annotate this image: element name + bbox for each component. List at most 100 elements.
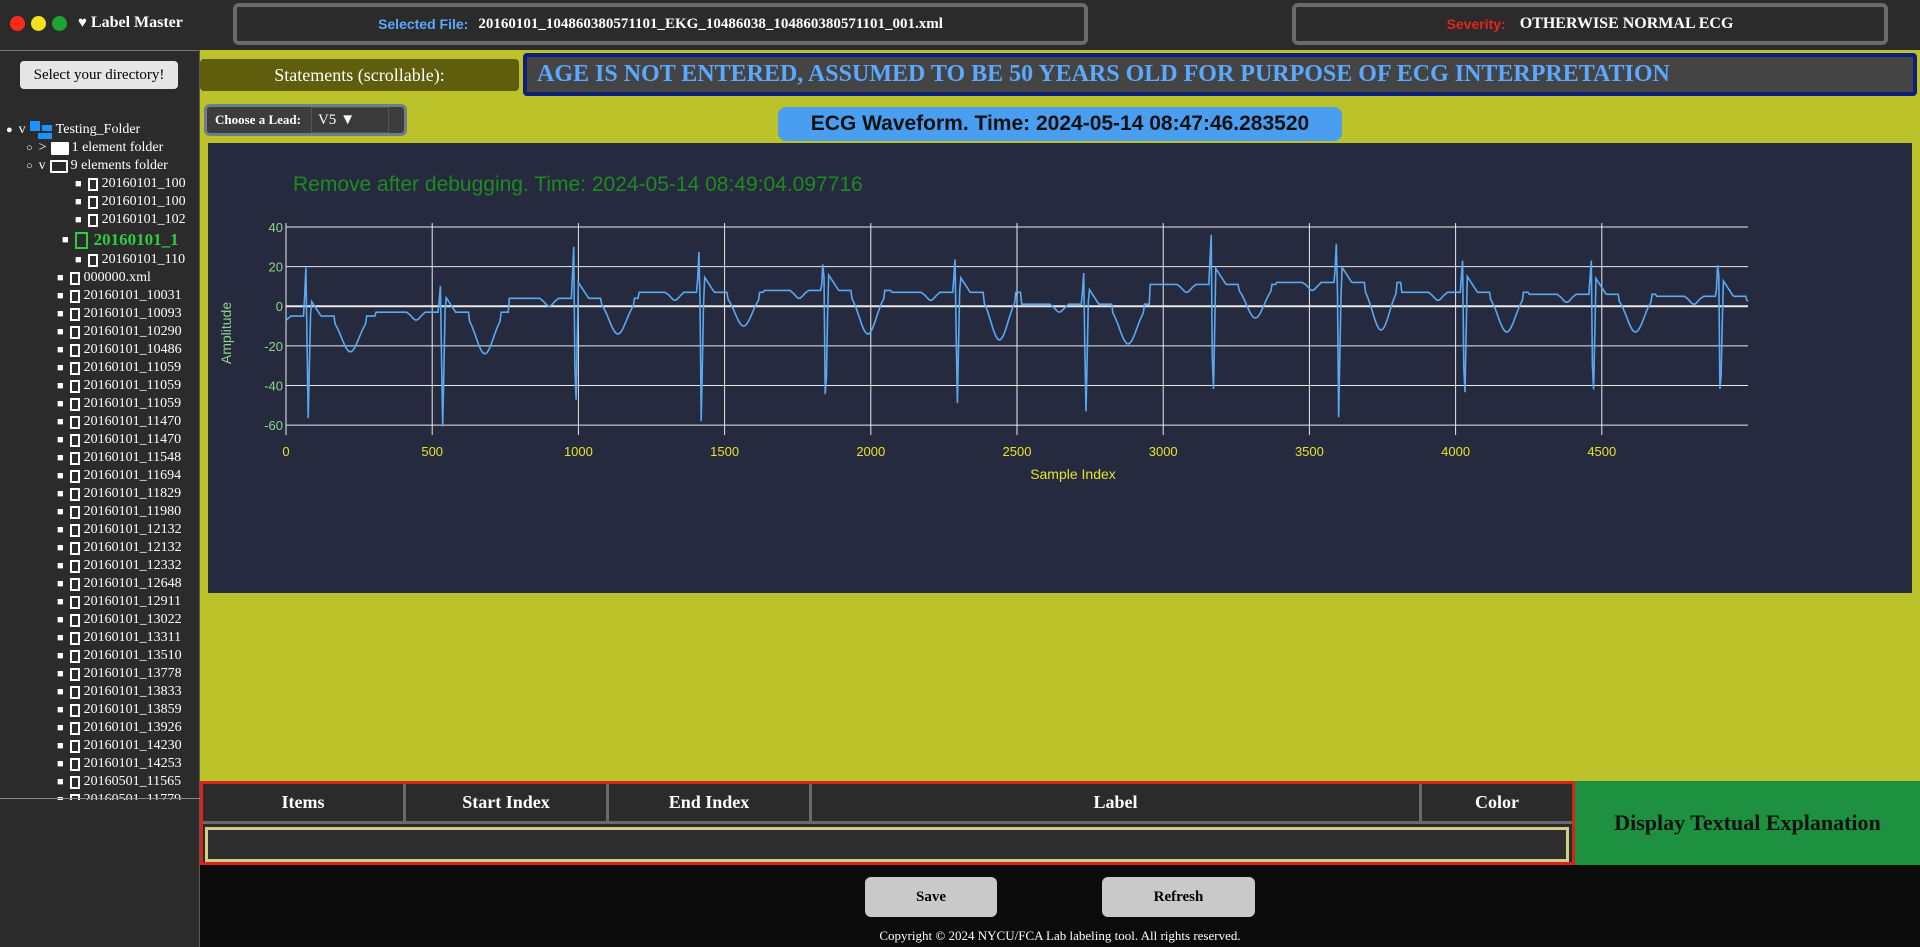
tree-file[interactable]: ■ 20160101_10093 — [57, 305, 182, 323]
file-icon — [69, 721, 80, 735]
close-window-button[interactable] — [10, 16, 25, 31]
file-icon — [69, 415, 80, 429]
select-directory-button[interactable]: Select your directory! — [20, 61, 178, 89]
tree-file[interactable]: ■ 20160101_100 — [75, 175, 186, 193]
table-empty-row[interactable] — [205, 827, 1569, 862]
tree-file[interactable]: ■ 20160101_11059 — [57, 377, 181, 395]
tree-file[interactable]: ■ 20160101_13022 — [57, 611, 182, 629]
column-header-end-index: End Index — [609, 784, 812, 824]
app-root: ♥ Label Master Selected File: 20160101_1… — [0, 0, 1920, 947]
main-panel: Statements (scrollable): AGE IS NOT ENTE… — [200, 50, 1920, 781]
file-icon — [69, 379, 80, 393]
y-tick-label: -20 — [264, 339, 283, 354]
minimize-window-button[interactable] — [31, 16, 46, 31]
tree-file[interactable]: ■ 20160101_12911 — [57, 593, 181, 611]
tree-file[interactable]: ■ 20160101_11980 — [57, 503, 181, 521]
tree-file[interactable]: ■ 20160101_102 — [75, 211, 186, 229]
file-icon — [69, 793, 80, 800]
folder-label: 9 elements folder — [70, 158, 168, 173]
x-tick-label: 0 — [282, 444, 289, 459]
tree-file[interactable]: ■ 20160101_12332 — [57, 557, 182, 575]
file-icon — [69, 505, 80, 519]
tree-file[interactable]: ■ 20160101_10290 — [57, 323, 182, 341]
tree-file[interactable]: ■ 20160101_14230 — [57, 737, 182, 755]
file-icon — [87, 177, 98, 191]
file-tree[interactable]: ● v Testing_Folder ○ > 1 element folder … — [0, 116, 200, 800]
tree-file[interactable]: ■ 20160101_11470 — [57, 431, 181, 449]
tree-toggle[interactable]: v — [19, 121, 26, 139]
file-icon — [69, 541, 80, 555]
x-tick-label: 4500 — [1587, 444, 1616, 459]
tree-file[interactable]: ■ 20160101_13311 — [57, 629, 181, 647]
square-bullet-icon: ■ — [57, 704, 64, 716]
x-axis-label: Sample Index — [1030, 466, 1116, 482]
tree-file[interactable]: ■ 20160101_13778 — [57, 665, 182, 683]
tree-file[interactable]: ■ 20160101_11829 — [57, 485, 181, 503]
tree-toggle[interactable]: > — [39, 139, 47, 157]
debug-text: Remove after debugging. Time: 2024-05-14… — [293, 173, 863, 196]
refresh-button[interactable]: Refresh — [1102, 877, 1255, 917]
square-bullet-icon: ■ — [57, 434, 64, 446]
tree-file[interactable]: ■ 20160101_100 — [75, 193, 186, 211]
tree-file[interactable]: ■ 20160101_10486 — [57, 341, 182, 359]
file-label: 20160101_11829 — [83, 486, 182, 501]
display-explanation-button[interactable]: Display Textual Explanation — [1575, 781, 1920, 865]
file-label: 20160101_13510 — [83, 648, 182, 663]
tree-file[interactable]: ■ 20160101_110 — [75, 251, 185, 269]
file-icon — [69, 595, 80, 609]
square-bullet-icon: ■ — [57, 560, 64, 572]
file-label: 20160101_12332 — [83, 558, 182, 573]
x-tick-label: 500 — [421, 444, 443, 459]
maximize-window-button[interactable] — [52, 16, 67, 31]
file-label: 20160101_13859 — [83, 702, 182, 717]
x-tick-label: 1000 — [564, 444, 593, 459]
tree-file[interactable]: ■ 20160101_11694 — [57, 467, 181, 485]
tree-file[interactable]: ■ 20160101_13833 — [57, 683, 182, 701]
tree-file[interactable]: ■ 20160101_13926 — [57, 719, 182, 737]
tree-root[interactable]: ● v Testing_Folder — [6, 121, 140, 139]
tree-file[interactable]: ■ 20160101_11548 — [57, 449, 181, 467]
tree-folder-1[interactable]: ○ > 1 element folder — [26, 139, 163, 157]
file-label: 20160101_13778 — [83, 666, 182, 681]
statements-text: AGE IS NOT ENTERED, ASSUMED TO BE 50 YEA… — [537, 61, 1670, 87]
tree-file[interactable]: ■ 20160101_14253 — [57, 755, 182, 773]
tree-file[interactable]: ■ 20160101_11059 — [57, 395, 181, 413]
file-label: 20160101_14253 — [83, 756, 182, 771]
lead-dropdown[interactable]: V5 ▼ — [310, 107, 389, 133]
y-axis-label: Amplitude — [218, 302, 234, 364]
tree-toggle[interactable]: v — [39, 157, 46, 175]
save-button[interactable]: Save — [865, 877, 997, 917]
tree-file[interactable]: ■ 20160101_13510 — [57, 647, 182, 665]
ecg-chart[interactable]: Remove after debugging. Time: 2024-05-14… — [208, 143, 1912, 593]
tree-file[interactable]: ■ 20160101_11470 — [57, 413, 181, 431]
tree-file[interactable]: ■ 20160101_13859 — [57, 701, 182, 719]
column-header-items: Items — [203, 784, 406, 824]
tree-file[interactable]: ■ 000000.xml — [57, 269, 151, 287]
table-header: Items Start Index End Index Label Color — [203, 784, 1572, 824]
statements-label: Statements (scrollable): — [200, 59, 519, 91]
tree-folder-2[interactable]: ○ v 9 elements folder — [26, 157, 168, 175]
tree-file[interactable]: ■ 20160101_12132 — [57, 539, 182, 557]
square-bullet-icon: ■ — [57, 776, 64, 788]
file-label: 20160101_14230 — [83, 738, 182, 753]
tree-file[interactable]: ■ 20160101_10031 — [57, 287, 182, 305]
tree-file-active[interactable]: ■ 20160101_1 — [62, 229, 179, 251]
file-label: 20160101_13311 — [83, 630, 182, 645]
bullet-icon: ● — [6, 124, 13, 136]
square-bullet-icon: ■ — [57, 758, 64, 770]
active-file-label: 20160101_1 — [93, 230, 179, 249]
file-icon — [69, 361, 80, 375]
folder-icon — [50, 141, 69, 155]
tree-file[interactable]: ■ 20160101_12648 — [57, 575, 182, 593]
file-icon — [69, 487, 80, 501]
file-label: 20160101_12911 — [83, 594, 182, 609]
file-label: 20160101_102 — [101, 212, 186, 227]
circle-bullet-icon: ○ — [26, 142, 33, 154]
ecg-chart-svg[interactable]: Remove after debugging. Time: 2024-05-14… — [208, 143, 1912, 593]
heart-icon: ♥ — [78, 14, 87, 31]
tree-file[interactable]: ■ 20160101_11059 — [57, 359, 181, 377]
file-label: 20160101_12648 — [83, 576, 182, 591]
statements-box[interactable]: AGE IS NOT ENTERED, ASSUMED TO BE 50 YEA… — [523, 53, 1917, 96]
tree-file[interactable]: ■ 20160101_12132 — [57, 521, 182, 539]
tree-file[interactable]: ■ 20160501_11565 — [57, 773, 181, 791]
